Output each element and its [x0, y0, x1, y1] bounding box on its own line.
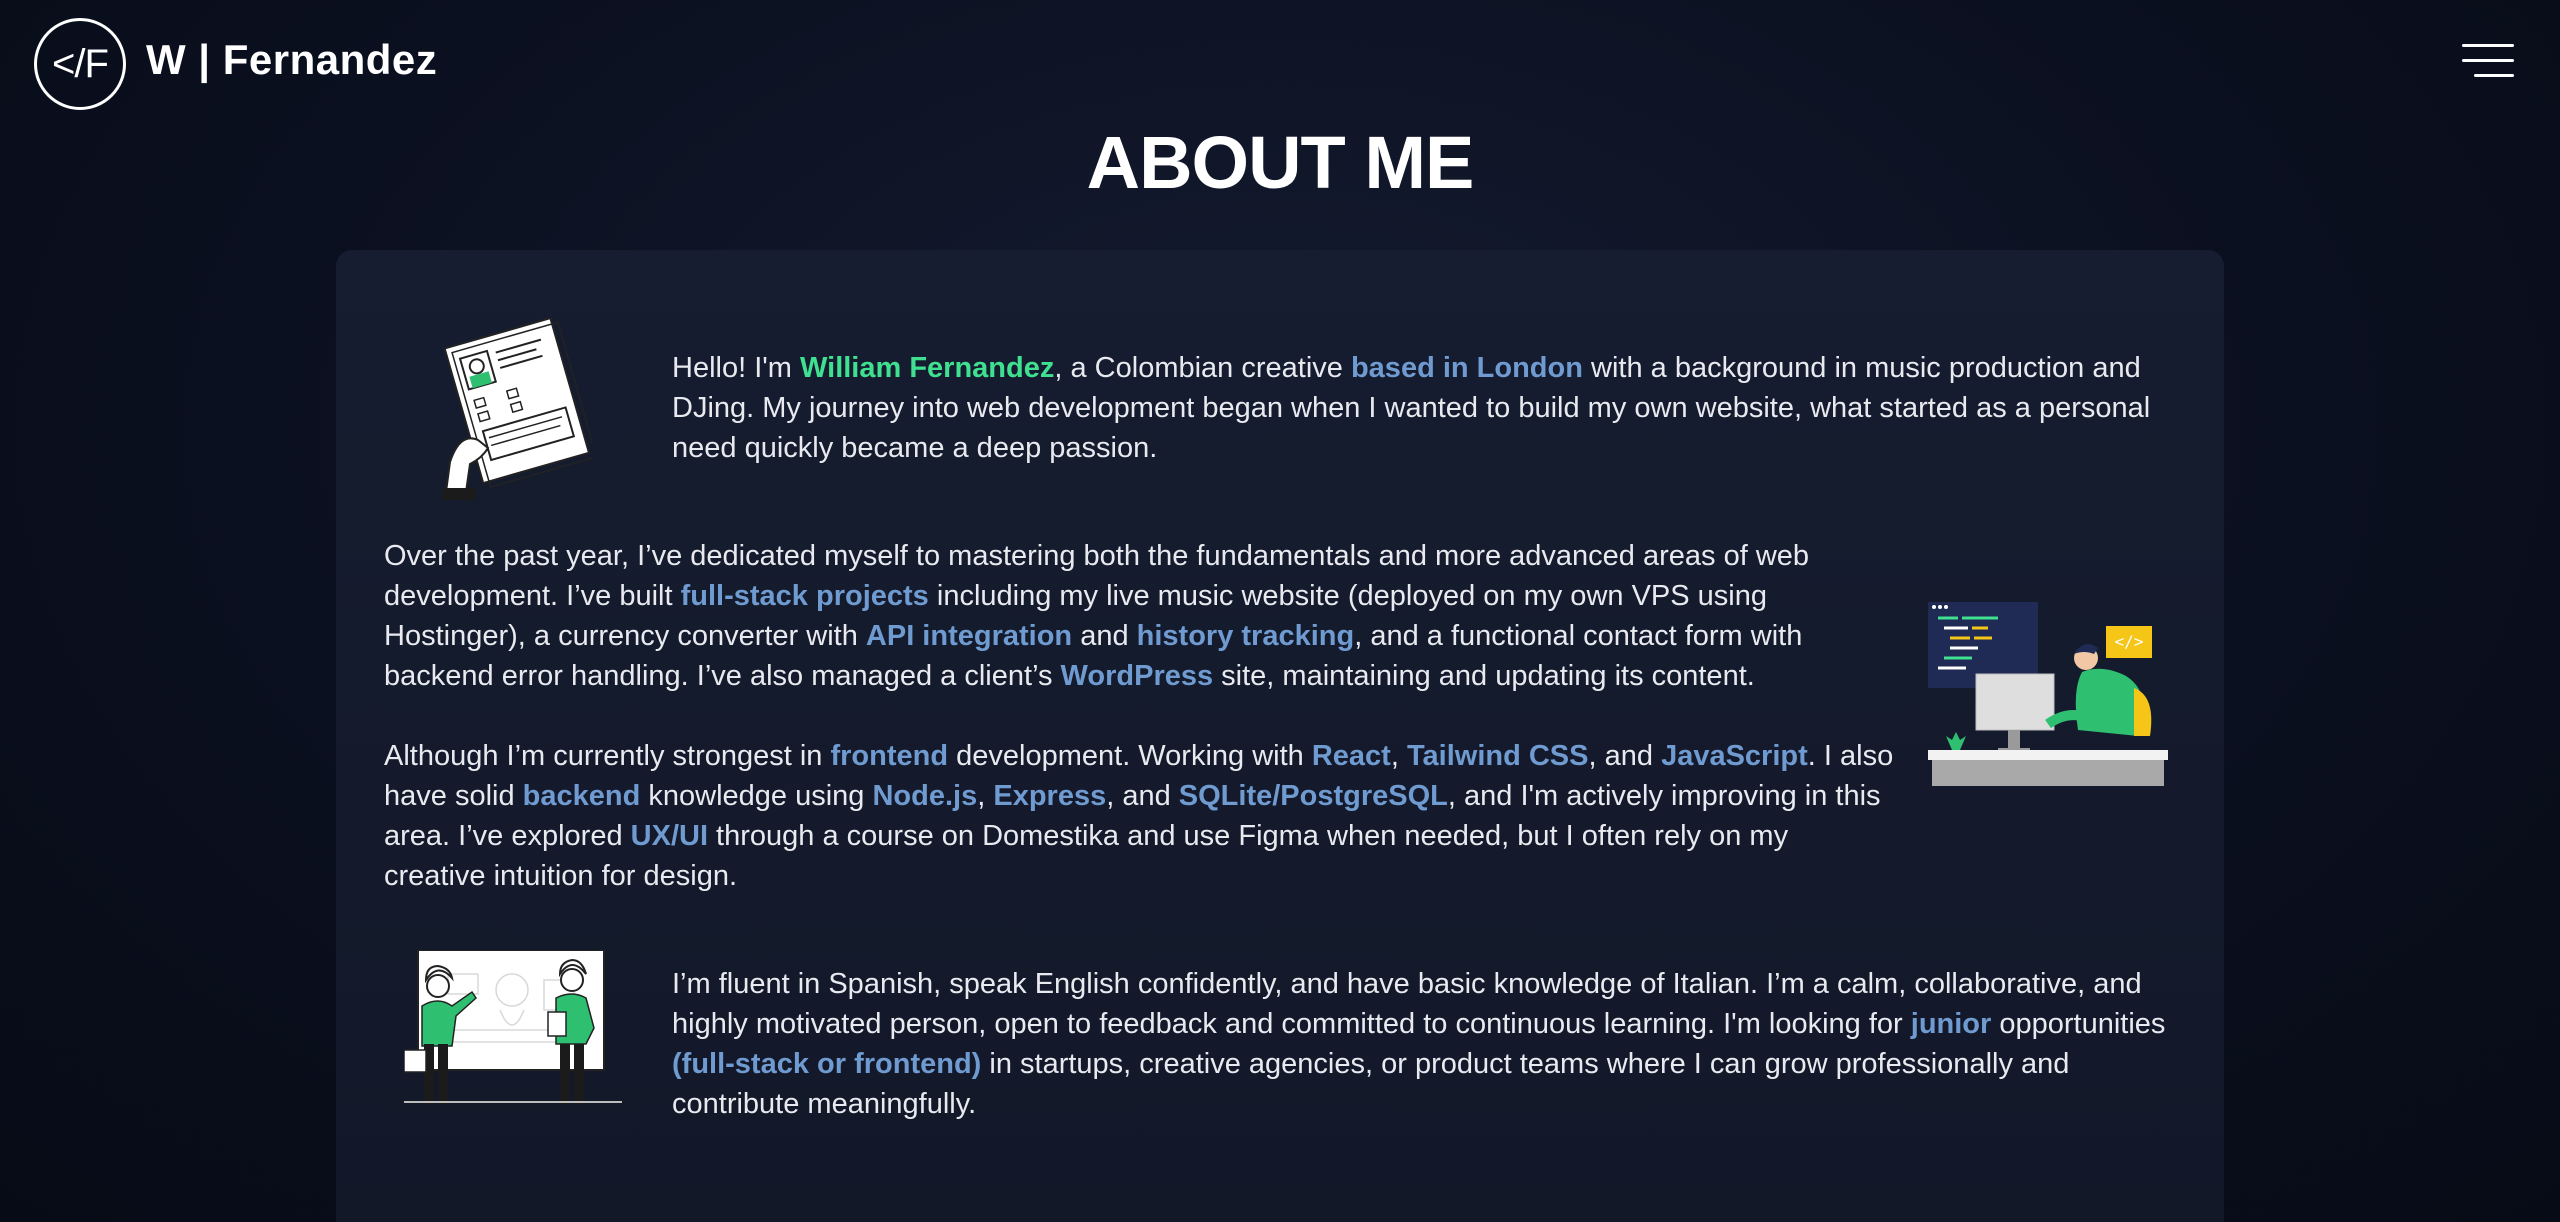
code-badge: </> [2115, 632, 2144, 651]
keyword-highlight: UX/UI [630, 820, 708, 852]
languages-paragraph: I’m fluent in Spanish, speak English con… [672, 968, 2166, 1120]
intro-paragraph: Hello! I'm William Fernandez, a Colombia… [672, 352, 2151, 464]
developer-at-desk-illustration: </> [1928, 602, 2168, 786]
brand-name[interactable]: W | Fernandez [146, 36, 437, 84]
location-highlight: based in London [1350, 352, 1583, 384]
keyword-highlight: JavaScript [1661, 740, 1808, 772]
skills-paragraph: Although I’m currently strongest in fron… [384, 740, 1894, 892]
page-title: ABOUT ME [1086, 121, 1475, 204]
keyword-highlight: Node.js [872, 780, 978, 812]
keyword-highlight: WordPress [1060, 660, 1214, 692]
logo[interactable]: </F [34, 18, 126, 110]
presentation-whiteboard-illustration [404, 950, 622, 1104]
name-highlight: William Fernandez [800, 352, 1055, 384]
resume-document-illustration [442, 316, 592, 500]
site-header: </F W | Fernandez [0, 0, 2560, 126]
keyword-highlight: API integration [865, 620, 1073, 652]
keyword-highlight: (full-stack or frontend) [672, 1048, 982, 1080]
logo-text: </F [52, 41, 109, 86]
keyword-highlight: junior [1910, 1008, 1992, 1040]
keyword-highlight: history tracking [1136, 620, 1355, 652]
experience-paragraph: Over the past year, I’ve dedicated mysel… [384, 540, 1810, 692]
keyword-highlight: SQLite/PostgreSQL [1178, 780, 1448, 812]
keyword-highlight: full-stack projects [680, 580, 929, 612]
about-card: Hello! I'm William Fernandez, a Colombia… [336, 250, 2224, 1222]
keyword-highlight: Tailwind CSS [1406, 740, 1589, 772]
keyword-highlight: React [1311, 740, 1391, 772]
hamburger-menu-icon[interactable] [2462, 44, 2514, 80]
keyword-highlight: backend [522, 780, 641, 812]
keyword-highlight: Express [993, 780, 1107, 812]
keyword-highlight: frontend [830, 740, 949, 772]
